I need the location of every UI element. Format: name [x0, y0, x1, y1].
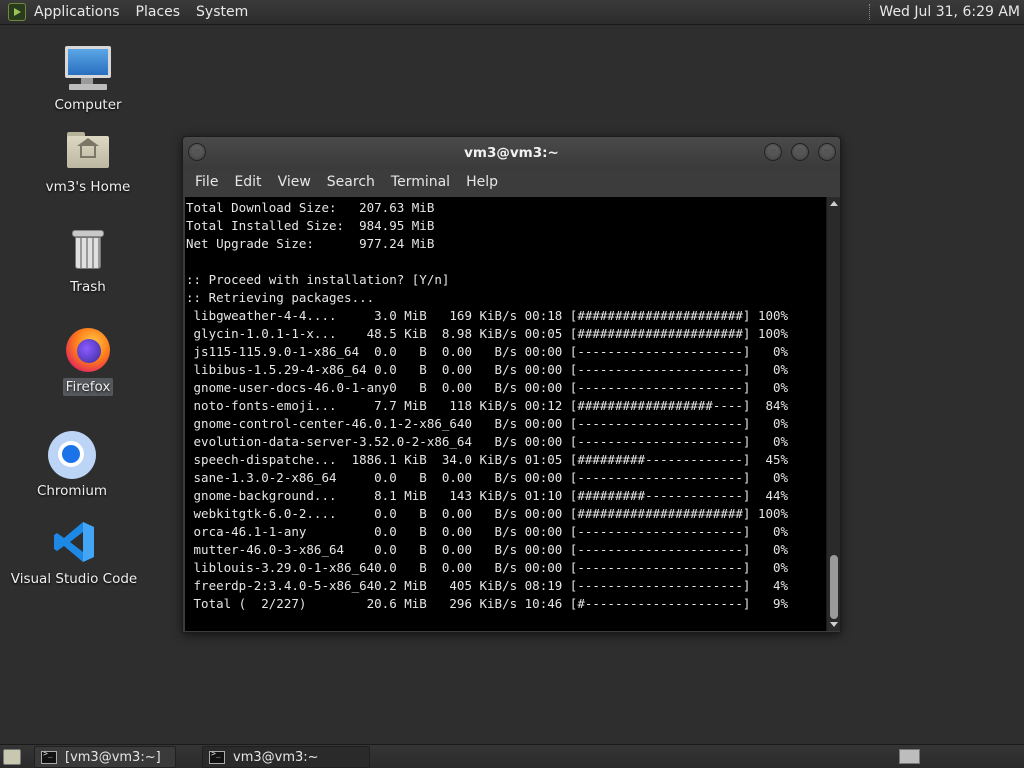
terminal-menubar: File Edit View Search Terminal Help: [183, 169, 840, 195]
terminal-scrollbar[interactable]: [826, 197, 840, 631]
top-panel: Applications Places System Wed Jul 31, 6…: [0, 0, 1024, 25]
panel-separator: [869, 4, 871, 20]
clock[interactable]: Wed Jul 31, 6:29 AM: [879, 4, 1020, 20]
menu-file[interactable]: File: [187, 174, 226, 190]
terminal-area[interactable]: Total Download Size: 207.63 MiB Total Ins…: [185, 197, 840, 631]
terminal-line: orca-46.1-1-any 0.0 B 0.00 B/s 00:00 [--…: [186, 524, 789, 539]
firefox-icon: [63, 326, 113, 374]
terminal-line: gnome-user-docs-46.0-1-any0 B 0.00 B/s 0…: [186, 380, 789, 395]
terminal-line: gnome-control-center-46.0.1-2-x86_640 B/…: [186, 416, 789, 431]
desktop-icon-computer[interactable]: Computer: [28, 44, 148, 114]
desktop-icon-label: vm3's Home: [45, 179, 131, 195]
desktop-icon-vscode[interactable]: Visual Studio Code: [11, 518, 137, 588]
terminal-line: :: Proceed with installation? [Y/n]: [186, 272, 450, 287]
terminal-line: Total Download Size: 207.63 MiB: [186, 200, 435, 215]
window-menu-button[interactable]: [188, 143, 206, 161]
desktop-icon-home[interactable]: vm3's Home: [28, 126, 148, 196]
window-title: vm3@vm3:~: [464, 145, 559, 161]
scroll-down-arrow-icon[interactable]: [830, 622, 838, 627]
chromium-icon: [47, 430, 97, 479]
home-folder-icon: [63, 126, 113, 174]
menu-logo-icon[interactable]: [8, 3, 26, 21]
terminal-line: js115-115.9.0-1-x86_64 0.0 B 0.00 B/s 00…: [186, 344, 789, 359]
menu-places[interactable]: Places: [136, 4, 181, 20]
minimize-button[interactable]: [764, 143, 782, 161]
taskbar-item-terminal-2[interactable]: vm3@vm3:~: [202, 746, 370, 768]
terminal-line: mutter-46.0-3-x86_64 0.0 B 0.00 B/s 00:0…: [186, 542, 789, 557]
taskbar-item-label: vm3@vm3:~: [233, 749, 319, 765]
desktop-icon-firefox[interactable]: Firefox: [28, 326, 148, 396]
terminal-icon: [41, 749, 57, 764]
terminal-line: Total Installed Size: 984.95 MiB: [186, 218, 435, 233]
taskbar-item-label: [vm3@vm3:~]: [65, 749, 161, 765]
terminal-line: speech-dispatche... 1886.1 KiB 34.0 KiB/…: [186, 452, 789, 467]
menu-system[interactable]: System: [196, 4, 248, 20]
terminal-line: Total ( 2/227) 20.6 MiB 296 KiB/s 10:46 …: [186, 596, 789, 611]
maximize-button[interactable]: [791, 143, 809, 161]
bottom-panel: [vm3@vm3:~] vm3@vm3:~: [0, 744, 1024, 768]
show-desktop-icon[interactable]: [3, 749, 21, 765]
terminal-line: glycin-1.0.1-1-x... 48.5 KiB 8.98 KiB/s …: [186, 326, 789, 341]
terminal-icon: [209, 749, 225, 764]
close-button[interactable]: [818, 143, 836, 161]
terminal-line: sane-1.3.0-2-x86_64 0.0 B 0.00 B/s 00:00…: [186, 470, 789, 485]
menu-search[interactable]: Search: [319, 174, 383, 190]
terminal-line: libibus-1.5.29-4-x86_64 0.0 B 0.00 B/s 0…: [186, 362, 789, 377]
terminal-line: libgweather-4-4.... 3.0 MiB 169 KiB/s 00…: [186, 308, 789, 323]
desktop-icon-label: Trash: [70, 279, 106, 295]
terminal-output[interactable]: Total Download Size: 207.63 MiB Total Ins…: [185, 197, 823, 631]
terminal-line: noto-fonts-emoji... 7.7 MiB 118 KiB/s 00…: [186, 398, 789, 413]
menu-applications[interactable]: Applications: [34, 4, 120, 20]
terminal-line: freerdp-2:3.4.0-5-x86_640.2 MiB 405 KiB/…: [186, 578, 789, 593]
window-titlebar[interactable]: vm3@vm3:~: [183, 137, 840, 169]
terminal-line: gnome-background... 8.1 MiB 143 KiB/s 01…: [186, 488, 789, 503]
clock-area: Wed Jul 31, 6:29 AM: [869, 4, 1020, 20]
desktop-icon-label: Firefox: [62, 378, 114, 396]
trash-icon: [63, 226, 113, 274]
terminal-line: evolution-data-server-3.52.0-2-x86_64 B/…: [186, 434, 789, 449]
desktop-icon-label: Chromium: [36, 483, 108, 499]
menu-help[interactable]: Help: [458, 174, 506, 190]
terminal-line: liblouis-3.29.0-1-x86_640.0 B 0.00 B/s 0…: [186, 560, 789, 575]
terminal-line: webkitgtk-6.0-2.... 0.0 B 0.00 B/s 00:00…: [186, 506, 789, 521]
desktop-icon-trash[interactable]: Trash: [28, 226, 148, 296]
desktop-icon-label: Visual Studio Code: [10, 571, 138, 587]
scroll-up-arrow-icon[interactable]: [830, 201, 838, 206]
terminal-line: Net Upgrade Size: 977.24 MiB: [186, 236, 435, 251]
menu-edit[interactable]: Edit: [226, 174, 269, 190]
scrollbar-thumb[interactable]: [830, 555, 838, 619]
desktop-icon-label: Computer: [54, 97, 122, 113]
menu-terminal[interactable]: Terminal: [383, 174, 458, 190]
terminal-window[interactable]: vm3@vm3:~ File Edit View Search Terminal…: [182, 136, 841, 633]
menu-view[interactable]: View: [270, 174, 319, 190]
desktop-icon-chromium[interactable]: Chromium: [12, 430, 132, 500]
workspace-switcher[interactable]: [899, 749, 920, 764]
computer-icon: [63, 44, 113, 92]
terminal-line: :: Retrieving packages...: [186, 290, 375, 305]
taskbar-item-terminal-1[interactable]: [vm3@vm3:~]: [34, 746, 176, 768]
vscode-icon: [49, 518, 99, 566]
